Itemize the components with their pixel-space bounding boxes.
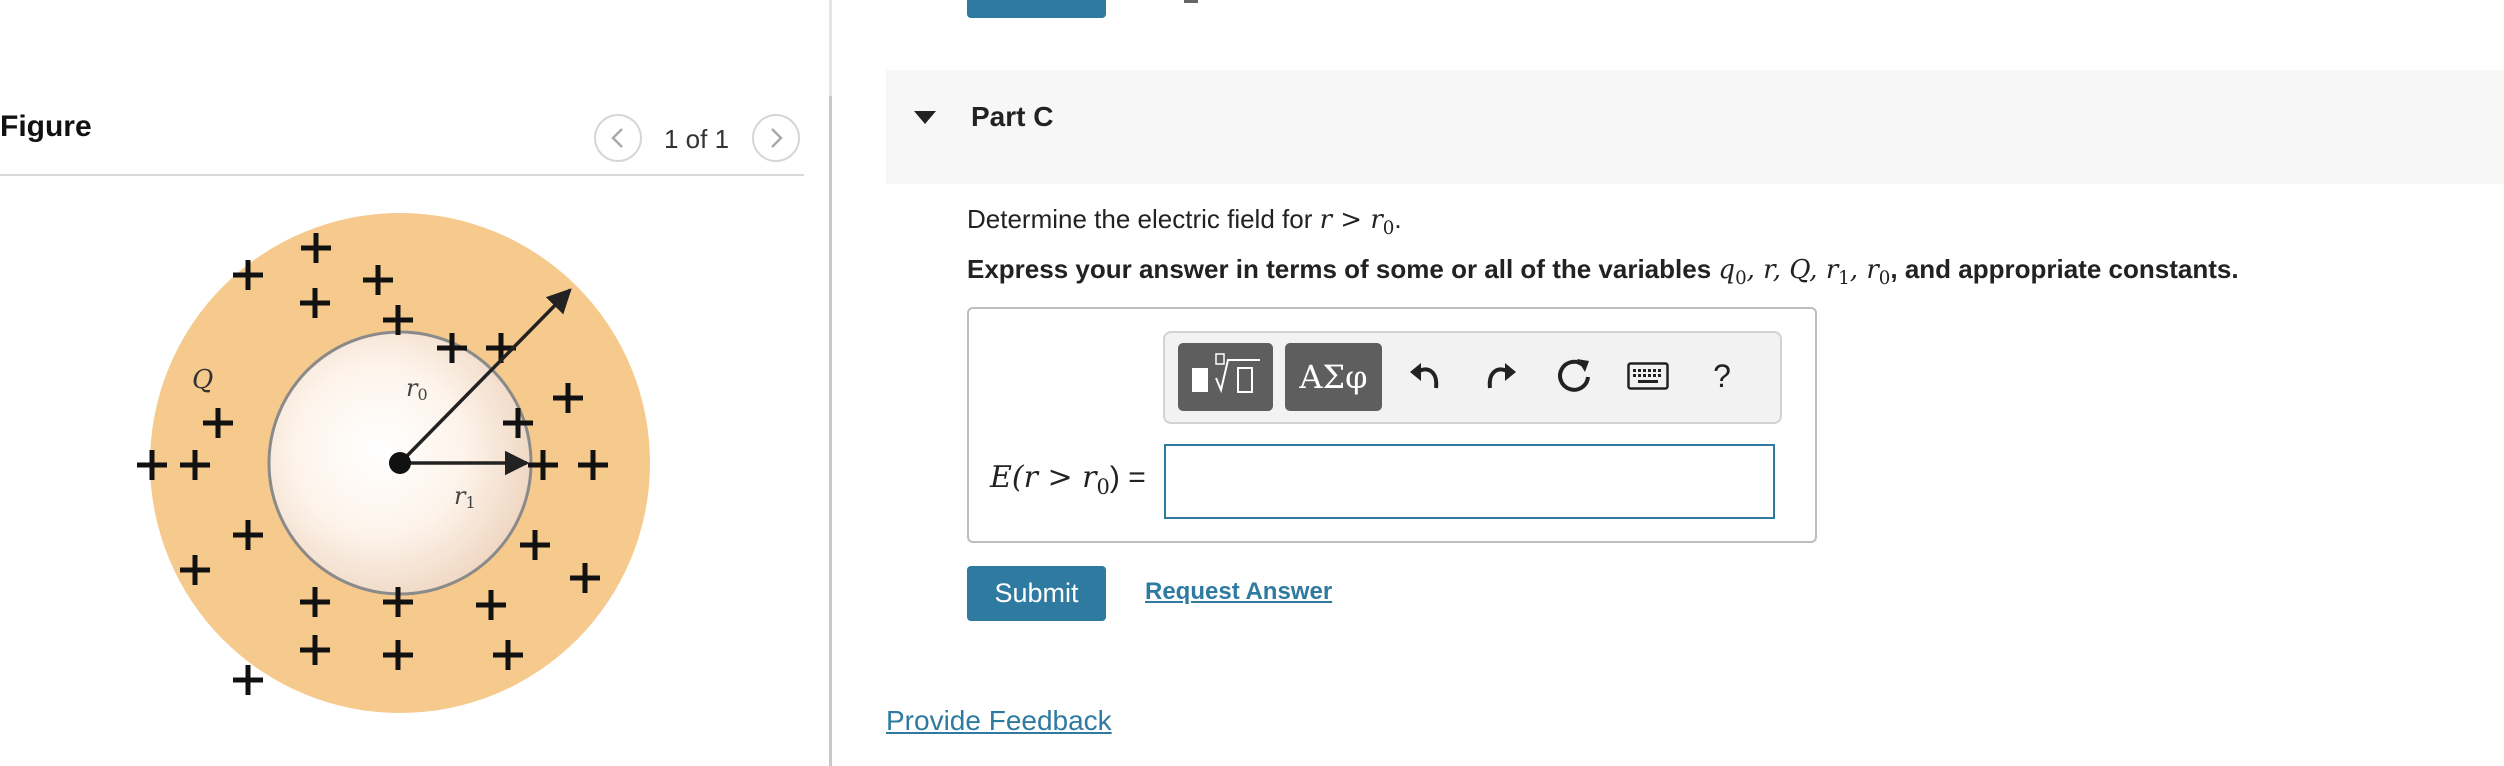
instructions-prefix: Express your answer in terms of some or … [967,254,1712,284]
reset-icon [1558,359,1590,392]
symbols-button[interactable]: ΑΣφ [1285,343,1382,411]
instructions-suffix: , and appropriate constants. [1890,254,2239,284]
provide-feedback-link[interactable]: Provide Feedback [886,705,1112,737]
templates-button[interactable] [1178,343,1273,411]
figure-pager: 1 of 1 [664,124,730,154]
instructions-variables: q0, r, Q, r1, r0 [1718,255,1891,290]
center-point [389,452,411,474]
redo-icon [1487,363,1516,389]
pane-divider-handle[interactable] [829,96,832,766]
caret-down-icon[interactable] [914,111,936,124]
reset-button[interactable] [1548,350,1600,402]
part-title: Part C [971,101,1054,132]
chevron-right-icon [771,128,783,148]
next-figure-button[interactable] [752,114,800,162]
charged-shell-diagram: Q r0 r1 [137,213,650,713]
question-text: Determine the electric field for r > r0. [967,204,1402,239]
figure-divider [0,174,804,176]
previous-part-text-cutoff [1184,0,1198,3]
plus-charge-sign [233,665,263,695]
question-suffix: . [1394,204,1402,234]
request-answer-link[interactable]: Request Answer [1145,578,1332,606]
previous-figure-button[interactable] [594,114,642,162]
chevron-left-icon [611,128,623,148]
label-q: Q [192,365,213,395]
answer-input[interactable] [1164,444,1775,519]
question-condition: r > r0 [1319,205,1395,240]
submit-button[interactable]: Submit [967,566,1106,621]
figure-title: Figure [0,110,92,143]
keyboard-icon [1627,362,1669,390]
redo-button[interactable] [1474,350,1526,402]
undo-button[interactable] [1400,350,1452,402]
previous-submit-button-cutoff[interactable] [967,0,1106,18]
help-button[interactable]: ? [1696,350,1748,402]
answer-label: E(r > r0) = [990,460,1146,499]
question-prefix: Determine the electric field for [967,204,1313,234]
keyboard-button[interactable] [1622,350,1674,402]
undo-icon [1410,363,1439,389]
instructions-text: Express your answer in terms of some or … [967,254,2239,289]
templates-icon [1191,353,1260,394]
part-header[interactable] [886,70,2504,184]
